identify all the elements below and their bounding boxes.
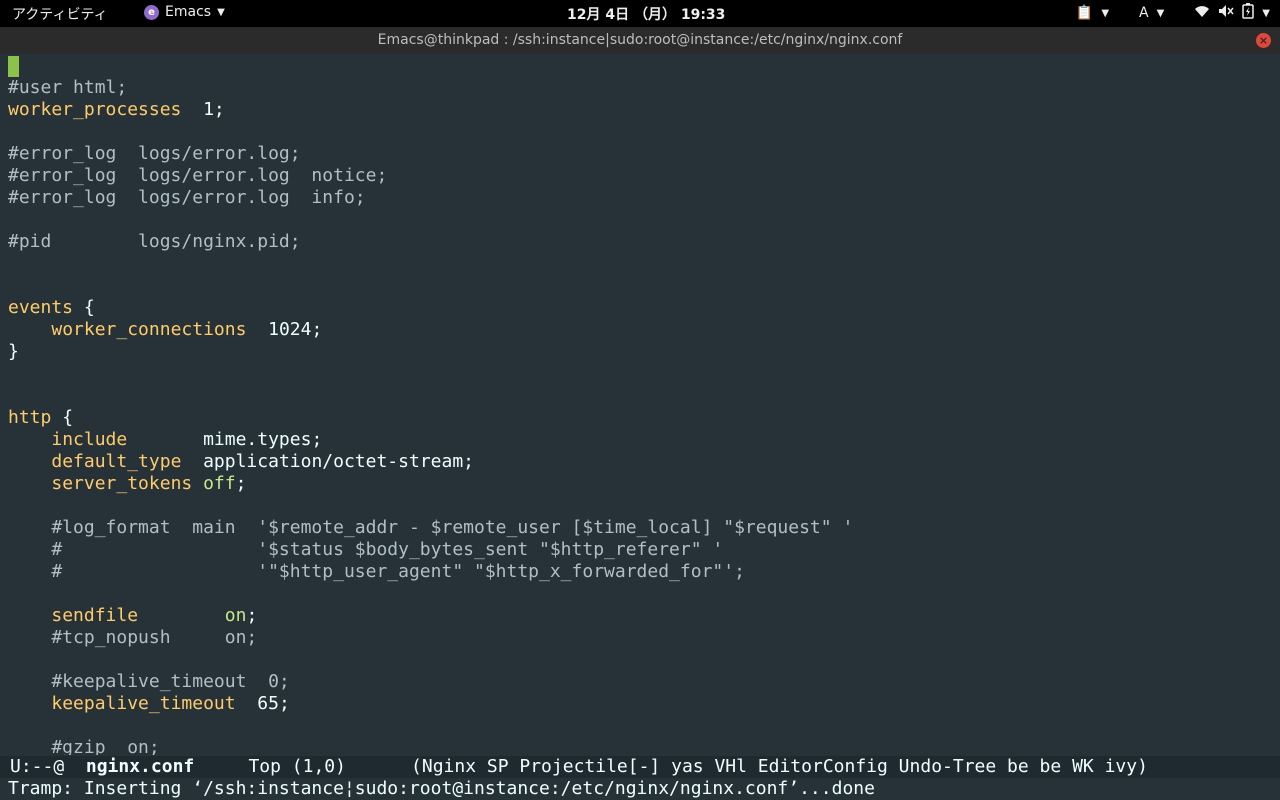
code-token: { (73, 297, 95, 318)
code-line[interactable] (8, 121, 853, 143)
code-token: application/octet-stream; (181, 451, 475, 472)
code-token: { (51, 407, 74, 428)
app-menu[interactable]: e Emacs ▼ (144, 4, 225, 20)
modeline-position: Top (1,0) (248, 756, 346, 777)
modeline-status: U:--@ (10, 756, 65, 777)
code-line[interactable]: worker_processes 1; (8, 99, 853, 121)
code-token: #keepalive_timeout 0; (8, 671, 290, 692)
system-tray: 📋 ▼ A ▼ ▼ (1076, 3, 1270, 23)
code-token: #error_log logs/error.log info; (8, 187, 366, 208)
code-line[interactable]: # '"$http_user_agent" "$http_x_forwarded… (8, 561, 853, 583)
echo-area: Tramp: Inserting ‘/ssh:instance¦sudo:roo… (0, 778, 1280, 800)
code-line[interactable]: #pid logs/nginx.pid; (8, 231, 853, 253)
code-line[interactable]: sendfile on; (8, 605, 853, 627)
code-line[interactable]: #keepalive_timeout 0; (8, 671, 853, 693)
code-line[interactable]: # '$status $body_bytes_sent "$http_refer… (8, 539, 853, 561)
code-token: 1; (181, 99, 225, 120)
code-line[interactable] (8, 385, 853, 407)
close-icon[interactable]: × (1256, 33, 1271, 48)
modeline-buffer-name[interactable]: nginx.conf (86, 756, 194, 777)
code-line[interactable]: default_type application/octet-stream; (8, 451, 853, 473)
gnome-top-bar: アクティビティ e Emacs ▼ 12月 4日 （月） 19:33 📋 ▼ A… (0, 0, 1280, 27)
code-token: # '"$http_user_agent" "$http_x_forwarded… (8, 561, 745, 582)
code-token: server_tokens (51, 473, 193, 494)
text-cursor (8, 56, 19, 77)
code-token: include (51, 429, 128, 450)
code-line[interactable]: #error_log logs/error.log info; (8, 187, 853, 209)
buffer-lines: #user html; worker_processes 1; #error_lo… (8, 77, 853, 755)
code-token: #user html; (8, 77, 128, 98)
code-token: worker_connections (51, 319, 247, 340)
code-line[interactable] (8, 649, 853, 671)
code-token: worker_processes (8, 99, 182, 120)
code-line[interactable] (8, 495, 853, 517)
app-menu-label: Emacs (165, 4, 212, 20)
code-token: on (224, 605, 247, 626)
editor-buffer[interactable]: #user html; worker_processes 1; #error_lo… (0, 55, 1280, 755)
clock[interactable]: 12月 4日 （月） 19:33 (567, 4, 725, 24)
code-line[interactable]: keepalive_timeout 65; (8, 693, 853, 715)
emacs-app-icon: e (144, 4, 159, 20)
code-token: #error_log logs/error.log; (8, 143, 301, 164)
code-line[interactable]: } (8, 341, 853, 363)
code-line[interactable] (8, 253, 853, 275)
code-line[interactable]: worker_connections 1024; (8, 319, 853, 341)
code-line[interactable] (8, 275, 853, 297)
code-token: mime.types; (127, 429, 323, 450)
code-line[interactable] (8, 209, 853, 231)
wifi-icon[interactable] (1194, 4, 1210, 22)
code-token: #gzip on; (8, 737, 160, 755)
battery-icon[interactable] (1242, 3, 1255, 23)
code-line[interactable]: #tcp_nopush on; (8, 627, 853, 649)
modeline-modes[interactable]: (Nginx SP Projectile[-] yas VHl EditorCo… (411, 756, 1148, 777)
code-token: off (203, 473, 236, 494)
code-token: } (8, 341, 19, 362)
code-line[interactable]: #error_log logs/error.log; (8, 143, 853, 165)
code-token: events (8, 297, 74, 318)
code-line[interactable]: server_tokens off; (8, 473, 853, 495)
window-title-bar[interactable]: Emacs@thinkpad : /ssh:instance|sudo:root… (0, 27, 1280, 54)
volume-muted-icon[interactable] (1218, 4, 1234, 22)
code-token: default_type (51, 451, 182, 472)
code-token: 65; (235, 693, 290, 714)
code-line[interactable] (8, 363, 853, 385)
code-token: 1024; (246, 319, 323, 340)
code-line[interactable]: #user html; (8, 77, 853, 99)
code-token: # '$status $body_bytes_sent "$http_refer… (8, 539, 724, 560)
code-line[interactable]: events { (8, 297, 853, 319)
code-line[interactable]: #gzip on; (8, 737, 853, 755)
code-token: #pid logs/nginx.pid; (8, 231, 301, 252)
clipboard-icon[interactable]: 📋 (1076, 5, 1093, 21)
code-line[interactable]: #error_log logs/error.log notice; (8, 165, 853, 187)
code-token: sendfile (51, 605, 139, 626)
code-line[interactable]: include mime.types; (8, 429, 853, 451)
code-line[interactable] (8, 583, 853, 605)
code-token: http (8, 407, 52, 428)
window-title: Emacs@thinkpad : /ssh:instance|sudo:root… (377, 32, 903, 48)
chevron-down-icon: ▼ (217, 6, 225, 18)
code-token: ; (235, 473, 247, 494)
mode-line[interactable]: U:--@ nginx.conf Top (1,0) (Nginx SP Pro… (0, 756, 1280, 778)
code-token: #error_log logs/error.log notice; (8, 165, 388, 186)
code-line[interactable]: #log_format main '$remote_addr - $remote… (8, 517, 853, 539)
code-token: keepalive_timeout (51, 693, 236, 714)
code-line[interactable] (8, 715, 853, 737)
code-line[interactable]: http { (8, 407, 853, 429)
code-token: #tcp_nopush on; (8, 627, 258, 648)
code-token: ; (246, 605, 258, 626)
system-menu-chevron-down-icon[interactable]: ▼ (1262, 8, 1270, 19)
input-method-chevron-down-icon[interactable]: ▼ (1157, 8, 1165, 19)
code-token: #log_format main '$remote_addr - $remote… (8, 517, 854, 538)
input-method-indicator[interactable]: A (1139, 5, 1149, 21)
activities-button[interactable]: アクティビティ (12, 4, 108, 24)
clipboard-chevron-down-icon[interactable]: ▼ (1101, 8, 1109, 19)
